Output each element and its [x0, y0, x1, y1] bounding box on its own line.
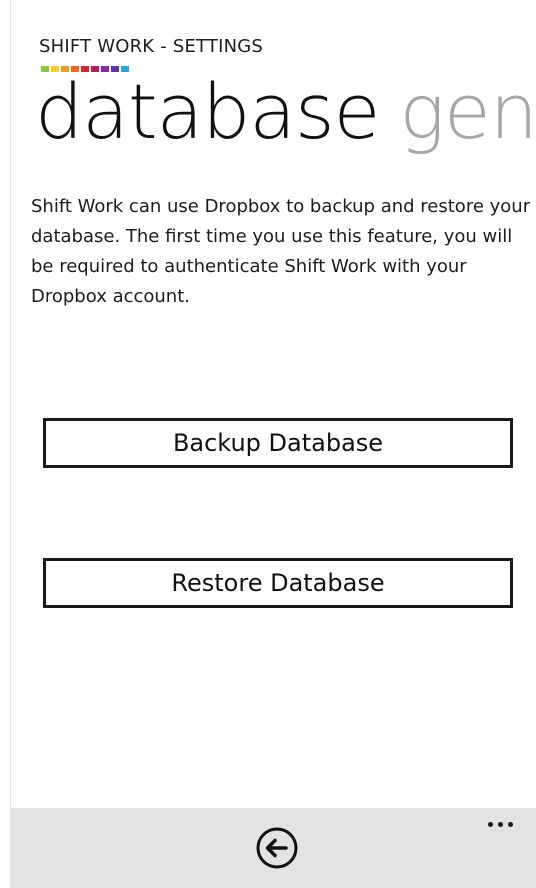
ellipsis-dot-icon: [508, 822, 513, 827]
app-title: SHIFT WORK - SETTINGS: [39, 36, 264, 57]
ellipsis-dot-icon: [498, 822, 503, 827]
restore-database-label: Restore Database: [171, 569, 385, 597]
back-button[interactable]: [253, 824, 301, 872]
pivot-item-database[interactable]: database: [35, 67, 380, 156]
more-options-button[interactable]: [484, 818, 517, 831]
restore-database-button[interactable]: Restore Database: [43, 558, 513, 608]
back-arrow-circle-icon: [256, 827, 298, 869]
dropbox-description: Shift Work can use Dropbox to backup and…: [31, 196, 531, 307]
pivot-item-general[interactable]: gene: [399, 67, 536, 156]
pivot-header: databasegene: [35, 62, 536, 162]
ellipsis-dot-icon: [488, 822, 493, 827]
backup-database-button[interactable]: Backup Database: [43, 418, 513, 468]
phone-screen: SHIFT WORK - SETTINGS databasegene Shift…: [10, 0, 536, 888]
application-bar: [11, 808, 536, 888]
backup-database-label: Backup Database: [172, 429, 384, 457]
